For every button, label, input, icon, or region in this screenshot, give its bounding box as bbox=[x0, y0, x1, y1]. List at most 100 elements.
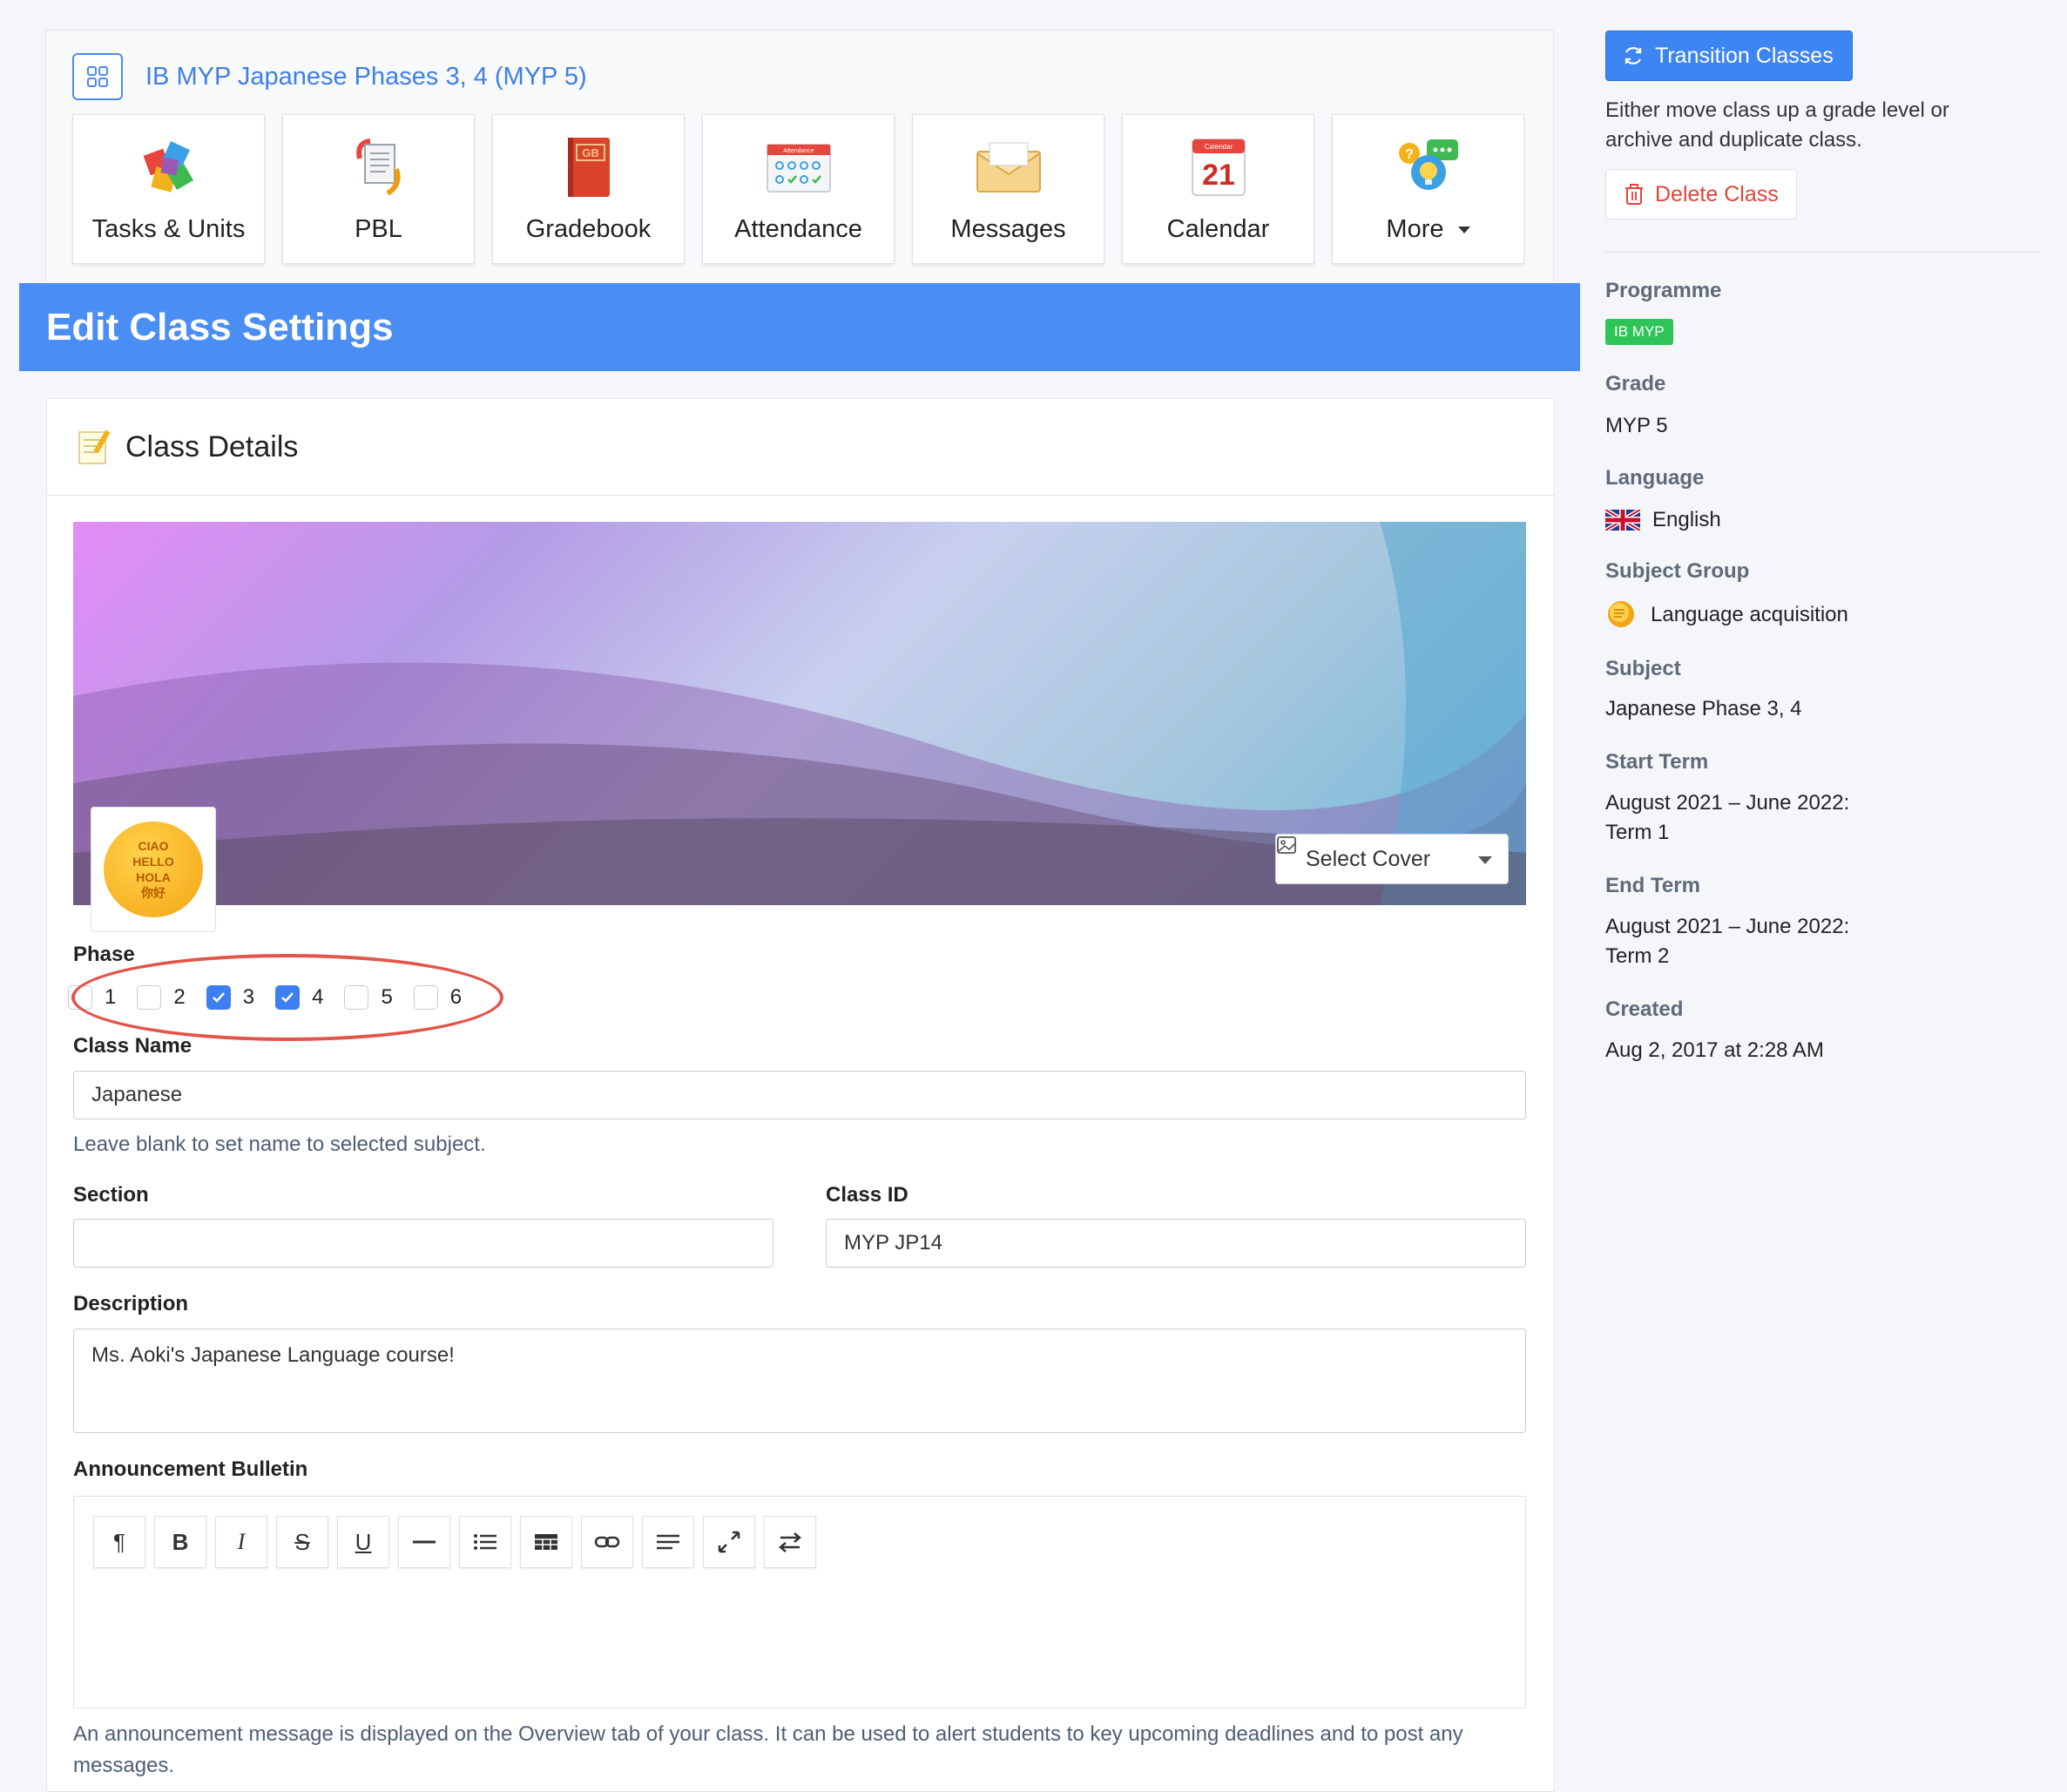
attendance-icon: Attendance bbox=[766, 144, 831, 193]
created-value: Aug 2, 2017 at 2:28 AM bbox=[1605, 1038, 1824, 1062]
more-label: More bbox=[1386, 215, 1444, 243]
subject-value: Japanese Phase 3, 4 bbox=[1605, 697, 1802, 720]
phase-label: Phase bbox=[73, 943, 135, 966]
strikethrough-button[interactable]: S bbox=[276, 1516, 328, 1568]
svg-text:Attendance: Attendance bbox=[783, 148, 814, 154]
svg-text:Calendar: Calendar bbox=[1204, 143, 1233, 151]
paragraph-button[interactable]: ¶ bbox=[93, 1516, 145, 1568]
image-icon bbox=[1277, 836, 1296, 854]
transition-classes-label: Transition Classes bbox=[1655, 43, 1834, 68]
uk-flag-icon bbox=[1605, 510, 1640, 531]
table-icon bbox=[535, 1534, 557, 1550]
tile-label: Tasks & Units bbox=[91, 215, 246, 243]
announcement-label: Announcement Bulletin bbox=[73, 1457, 308, 1481]
pbl-documents-icon bbox=[355, 139, 401, 196]
card-title: Class Details bbox=[125, 429, 299, 463]
end-term-line2: Term 2 bbox=[1605, 944, 1670, 968]
class-header-card: IB MYP Japanese Phases 3, 4 (MYP 5) Task… bbox=[45, 30, 1554, 287]
swap-icon bbox=[779, 1532, 801, 1552]
speech-bubble-icon bbox=[1608, 601, 1634, 627]
class-name-input[interactable]: Japanese bbox=[73, 1071, 1526, 1119]
bold-button[interactable]: B bbox=[154, 1516, 206, 1568]
link-button[interactable] bbox=[581, 1516, 633, 1568]
class-nav-tiles: Tasks & Units PBL GB Gradebook Attendanc… bbox=[72, 114, 1542, 264]
bold-icon: B bbox=[172, 1528, 189, 1555]
strikethrough-icon: S bbox=[294, 1528, 310, 1555]
programme-badge: IB MYP bbox=[1605, 319, 1673, 345]
tile-calendar[interactable]: Calendar 21 Calendar bbox=[1122, 114, 1314, 264]
end-term-label: End Term bbox=[1605, 874, 1700, 897]
toggle-html-button[interactable] bbox=[764, 1516, 816, 1568]
cover-image: Select Cover bbox=[73, 522, 1526, 905]
class-details-card: Class Details Select Cover CIAO HELLO HO… bbox=[46, 398, 1555, 1792]
memo-icon bbox=[78, 429, 111, 464]
trash-icon bbox=[1625, 184, 1643, 205]
description-label: Description bbox=[73, 1292, 189, 1315]
class-avatar[interactable]: CIAO HELLO HOLA 你好 bbox=[91, 807, 216, 932]
paragraph-icon: ¶ bbox=[113, 1528, 125, 1555]
class-title-link[interactable]: IB MYP Japanese Phases 3, 4 (MYP 5) bbox=[145, 63, 587, 91]
card-header: Class Details bbox=[47, 399, 1554, 496]
horizontal-rule-icon bbox=[413, 1540, 436, 1544]
class-menu-grid-button[interactable] bbox=[72, 53, 123, 100]
announcement-help: An announcement message is displayed on … bbox=[73, 1722, 1463, 1777]
subject-group-label: Subject Group bbox=[1605, 559, 1750, 583]
class-name-help: Leave blank to set name to selected subj… bbox=[73, 1133, 486, 1156]
italic-icon: I bbox=[237, 1529, 246, 1554]
delete-class-label: Delete Class bbox=[1655, 181, 1779, 206]
class-name-label: Class Name bbox=[73, 1034, 193, 1058]
align-left-icon bbox=[657, 1534, 679, 1550]
start-term-label: Start Term bbox=[1605, 750, 1709, 774]
tile-messages[interactable]: Messages bbox=[912, 114, 1104, 264]
svg-text:21: 21 bbox=[1202, 159, 1235, 192]
transition-classes-button[interactable]: Transition Classes bbox=[1605, 30, 1853, 81]
section-label: Section bbox=[73, 1183, 149, 1207]
language-value: English bbox=[1652, 508, 1721, 531]
fullscreen-button[interactable] bbox=[703, 1516, 755, 1568]
bullet-list-button[interactable] bbox=[459, 1516, 511, 1568]
horizontal-rule-button[interactable] bbox=[398, 1516, 450, 1568]
description-textarea[interactable]: Ms. Aoki's Japanese Language course! bbox=[73, 1329, 1526, 1433]
more-icon: ? bbox=[1398, 139, 1458, 190]
announcement-editor[interactable]: ¶ B I S U bbox=[73, 1496, 1526, 1708]
language-label: Language bbox=[1605, 466, 1705, 490]
caret-down-icon bbox=[1457, 227, 1470, 234]
tile-label: Messages bbox=[950, 215, 1066, 243]
tile-pbl[interactable]: PBL bbox=[282, 114, 475, 264]
align-button[interactable] bbox=[642, 1516, 694, 1568]
speech-bubble-icon: CIAO HELLO HOLA 你好 bbox=[104, 822, 203, 917]
tile-more[interactable]: ? More bbox=[1332, 114, 1524, 264]
programme-label: Programme bbox=[1605, 279, 1722, 302]
end-term-line1: August 2021 – June 2022: bbox=[1605, 915, 1850, 938]
class-title-row: IB MYP Japanese Phases 3, 4 (MYP 5) bbox=[72, 53, 587, 100]
subject-group-row: Language acquisition bbox=[1605, 599, 1848, 631]
svg-text:GB: GB bbox=[582, 146, 599, 159]
expand-icon bbox=[718, 1531, 740, 1553]
main-column: IB MYP Japanese Phases 3, 4 (MYP 5) Task… bbox=[19, 0, 1580, 1792]
start-term-line2: Term 1 bbox=[1605, 821, 1670, 844]
editor-toolbar: ¶ B I S U bbox=[93, 1516, 825, 1568]
tile-gradebook[interactable]: GB Gradebook bbox=[492, 114, 685, 264]
class-id-input[interactable]: MYP JP14 bbox=[826, 1219, 1526, 1268]
section-input[interactable] bbox=[73, 1219, 773, 1268]
link-icon bbox=[594, 1536, 620, 1548]
delete-class-button[interactable]: Delete Class bbox=[1605, 169, 1797, 220]
subject-group-value: Language acquisition bbox=[1651, 603, 1848, 626]
select-cover-dropdown[interactable]: Select Cover bbox=[1275, 834, 1509, 884]
tile-label: Calendar bbox=[1166, 215, 1270, 243]
tile-label: More bbox=[1386, 215, 1470, 244]
transition-help: Either move class up a grade level or ar… bbox=[1605, 98, 1949, 152]
italic-button[interactable]: I bbox=[215, 1516, 267, 1568]
refresh-icon bbox=[1625, 47, 1642, 64]
tile-tasks-units[interactable]: Tasks & Units bbox=[72, 114, 265, 264]
puzzle-icon bbox=[143, 141, 193, 193]
underline-button[interactable]: U bbox=[337, 1516, 389, 1568]
underline-icon: U bbox=[355, 1528, 372, 1555]
page-banner: Edit Class Settings bbox=[19, 283, 1580, 371]
language-row: English bbox=[1605, 505, 1721, 535]
tile-label: Attendance bbox=[734, 215, 862, 243]
tile-label: PBL bbox=[355, 215, 402, 243]
tile-attendance[interactable]: Attendance Attendance bbox=[702, 114, 895, 264]
table-button[interactable] bbox=[520, 1516, 572, 1568]
grade-value: MYP 5 bbox=[1605, 414, 1668, 437]
